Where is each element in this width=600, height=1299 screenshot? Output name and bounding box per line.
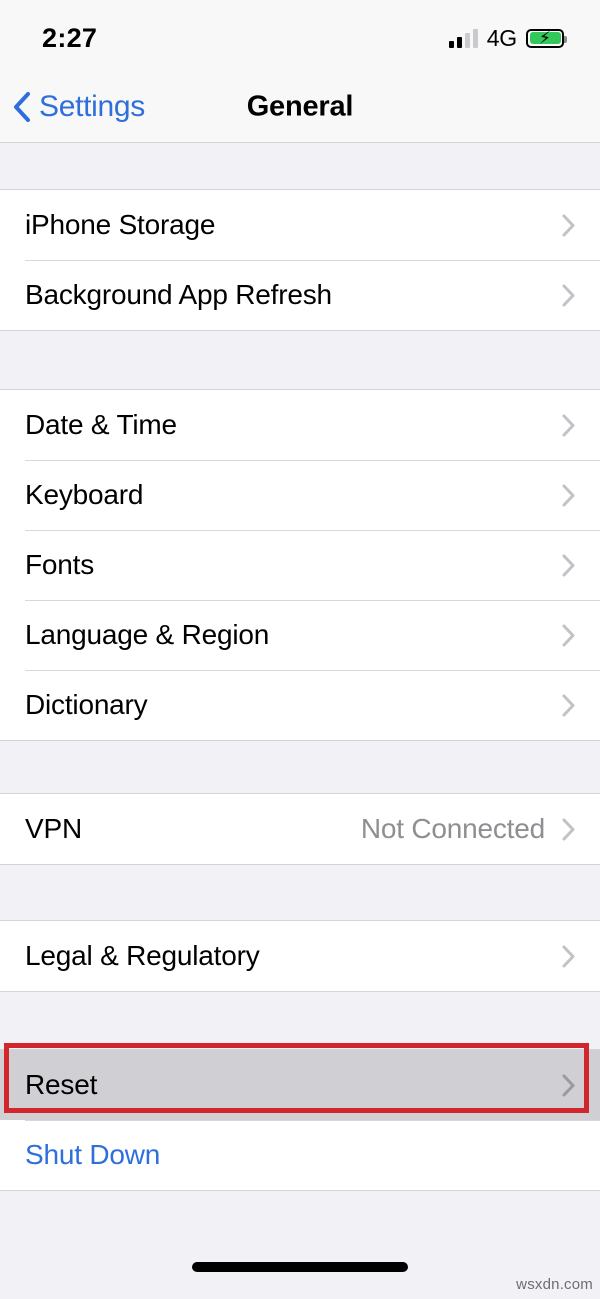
network-type-label: 4G — [486, 24, 517, 51]
row-label: Language & Region — [25, 619, 270, 650]
settings-row-reset[interactable]: Reset — [0, 1050, 600, 1120]
row-label: iPhone Storage — [25, 209, 216, 240]
section-gap — [0, 143, 600, 189]
row-label: Legal & Regulatory — [25, 940, 260, 971]
row-label: Reset — [25, 1069, 98, 1100]
chevron-right-icon — [562, 284, 575, 306]
battery-charging-icon: ⚡ — [526, 28, 567, 48]
section-gap — [0, 992, 600, 1049]
chevron-right-icon — [562, 945, 575, 967]
settings-list[interactable]: iPhone Storage Background App Refresh Da… — [0, 143, 600, 1299]
row-label: Background App Refresh — [25, 279, 332, 310]
watermark: wsxdn.com — [516, 1276, 593, 1293]
settings-row-background-app-refresh[interactable]: Background App Refresh — [0, 260, 600, 330]
cellular-signal-icon — [448, 28, 478, 48]
settings-row-iphone-storage[interactable]: iPhone Storage — [0, 190, 600, 260]
row-label: Shut Down — [25, 1139, 161, 1170]
row-label: Dictionary — [25, 689, 148, 720]
settings-group-5: Reset Shut Down — [0, 1049, 600, 1191]
status-bar: 2:27 4G ⚡ — [0, 0, 600, 72]
settings-group-3: VPN Not Connected — [0, 793, 600, 865]
settings-row-shut-down[interactable]: Shut Down — [0, 1120, 600, 1190]
row-label: VPN — [25, 813, 82, 844]
section-gap — [0, 331, 600, 389]
settings-row-date-time[interactable]: Date & Time — [0, 390, 600, 460]
row-label: Date & Time — [25, 409, 177, 440]
settings-row-keyboard[interactable]: Keyboard — [0, 460, 600, 530]
settings-group-4: Legal & Regulatory — [0, 920, 600, 992]
lightning-bolt-icon: ⚡ — [539, 28, 551, 48]
settings-row-vpn[interactable]: VPN Not Connected — [0, 794, 600, 864]
row-label: Fonts — [25, 549, 95, 580]
iphone-settings-screen: 2:27 4G ⚡ Settings General iPhone Storag… — [0, 0, 600, 1299]
settings-row-legal-regulatory[interactable]: Legal & Regulatory — [0, 921, 600, 991]
settings-group-2: Date & Time Keyboard Fonts Language & Re… — [0, 389, 600, 741]
chevron-right-icon — [562, 214, 575, 236]
home-indicator[interactable] — [192, 1262, 408, 1272]
section-gap — [0, 865, 600, 920]
settings-row-dictionary[interactable]: Dictionary — [0, 670, 600, 740]
status-indicators: 4G ⚡ — [448, 23, 567, 51]
row-value-status: Not Connected — [360, 813, 545, 844]
chevron-right-icon — [562, 1074, 575, 1096]
settings-row-language-region[interactable]: Language & Region — [0, 600, 600, 670]
settings-group-1: iPhone Storage Background App Refresh — [0, 189, 600, 331]
row-label: Keyboard — [25, 479, 144, 510]
chevron-right-icon — [562, 694, 575, 716]
section-gap — [0, 741, 600, 793]
chevron-right-icon — [562, 484, 575, 506]
chevron-right-icon — [562, 554, 575, 576]
navigation-bar: Settings General — [0, 72, 600, 143]
chevron-right-icon — [562, 818, 575, 840]
status-time: 2:27 — [42, 22, 98, 53]
page-title: General — [246, 90, 354, 123]
settings-row-fonts[interactable]: Fonts — [0, 530, 600, 600]
chevron-right-icon — [562, 624, 575, 646]
chevron-right-icon — [562, 414, 575, 436]
